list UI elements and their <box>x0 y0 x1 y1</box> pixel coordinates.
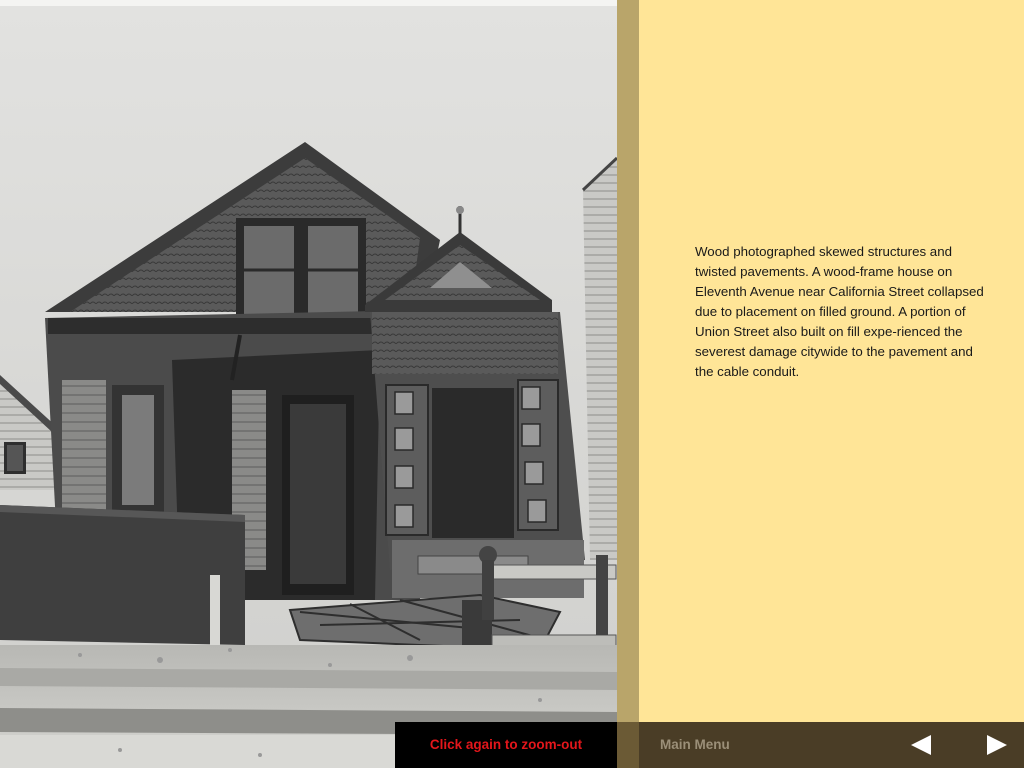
bottom-nav-bar: Main Menu <box>617 722 1024 768</box>
caption-panel: Wood photographed skewed structures and … <box>639 0 1024 722</box>
collapsed-house-photo <box>0 0 617 768</box>
panel-divider <box>617 0 639 722</box>
zoom-out-button[interactable]: Click again to zoom-out <box>395 722 617 768</box>
bar-divider <box>617 722 639 768</box>
next-page-button[interactable] <box>985 734 1009 756</box>
previous-page-button[interactable] <box>909 734 933 756</box>
main-menu-button[interactable]: Main Menu <box>660 722 730 768</box>
historic-photo[interactable] <box>0 0 617 768</box>
app-screen: Wood photographed skewed structures and … <box>0 0 1024 768</box>
photo-caption: Wood photographed skewed structures and … <box>695 244 984 379</box>
triangle-left-icon <box>911 735 931 755</box>
triangle-right-icon <box>987 735 1007 755</box>
